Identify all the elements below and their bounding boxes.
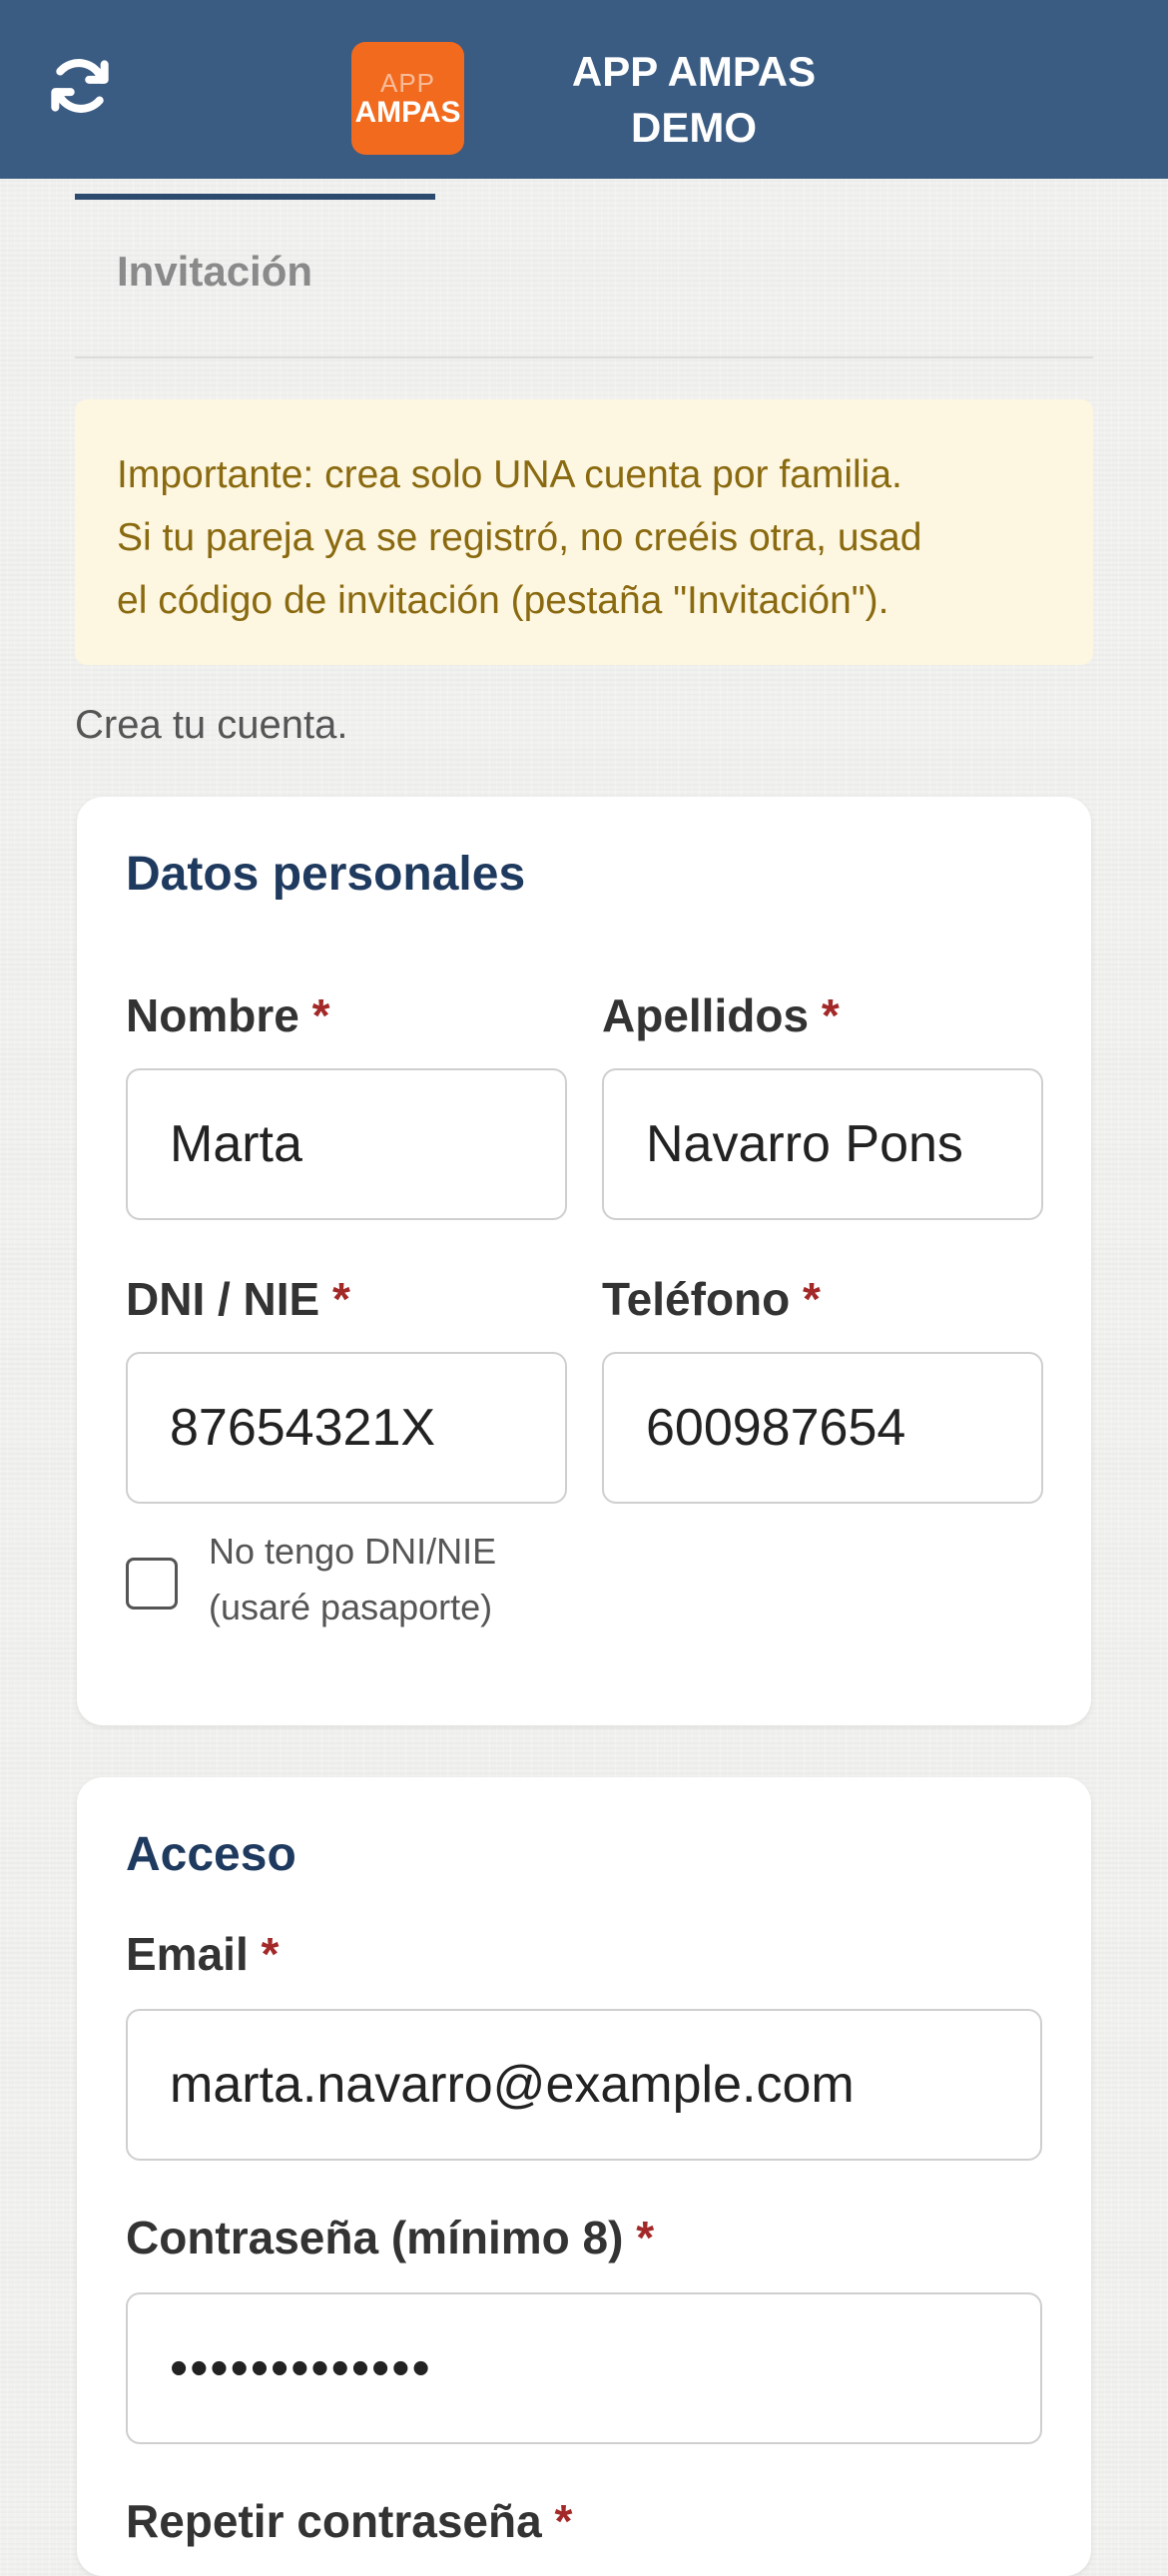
active-tab-indicator	[75, 194, 435, 200]
repeat-password-label: Repetir contraseña *	[126, 2494, 572, 2548]
repeat-password-label-text: Repetir contraseña	[126, 2495, 542, 2547]
required-mark: *	[332, 1273, 350, 1325]
access-title: Acceso	[126, 1828, 296, 1881]
nombre-label-text: Nombre	[126, 989, 299, 1041]
refresh-button[interactable]	[40, 46, 120, 126]
email-label-text: Email	[126, 1928, 249, 1980]
required-mark: *	[821, 989, 840, 1041]
nombre-label: Nombre *	[126, 988, 330, 1042]
required-mark: *	[636, 2212, 655, 2263]
app-header: APP AMPAS APP AMPAS DEMO	[0, 0, 1168, 179]
app-title: APP AMPAS DEMO	[519, 44, 869, 156]
telefono-label-text: Teléfono	[602, 1273, 791, 1325]
access-card: Acceso Email * marta.navarro@example.com…	[77, 1777, 1091, 2576]
email-label: Email *	[126, 1927, 279, 1981]
dni-input[interactable]: 87654321X	[126, 1352, 567, 1504]
email-input[interactable]: marta.navarro@example.com	[126, 2009, 1042, 2161]
intro-text: Crea tu cuenta.	[75, 703, 348, 747]
password-label-text: Contraseña (mínimo 8)	[126, 2212, 624, 2263]
logo-text-ampas: AMPAS	[354, 95, 461, 129]
tab-divider	[75, 356, 1093, 358]
no-dni-checkbox[interactable]	[126, 1558, 178, 1610]
apellidos-input[interactable]: Navarro Pons	[602, 1068, 1043, 1220]
telefono-label: Teléfono *	[602, 1272, 821, 1326]
refresh-icon	[51, 59, 109, 113]
required-mark: *	[803, 1273, 821, 1325]
personal-data-card: Datos personales Nombre * Marta Apellido…	[77, 797, 1091, 1725]
telefono-input[interactable]: 600987654	[602, 1352, 1043, 1504]
required-mark: *	[261, 1928, 280, 1980]
dni-label-text: DNI / NIE	[126, 1273, 320, 1325]
notice-line-3: el código de invitación (pestaña "Invita…	[117, 579, 889, 622]
app-title-line2: DEMO	[631, 104, 757, 151]
required-mark: *	[311, 989, 330, 1041]
no-dni-label-line1: No tengo DNI/NIE	[209, 1531, 497, 1572]
personal-data-title: Datos personales	[126, 848, 526, 901]
notice-line-1: Importante: crea solo UNA cuenta por fam…	[117, 453, 902, 496]
important-notice: Importante: crea solo UNA cuenta por fam…	[75, 399, 1093, 665]
apellidos-label-text: Apellidos	[602, 989, 810, 1041]
notice-line-2: Si tu pareja ya se registró, no creéis o…	[117, 516, 922, 559]
required-mark: *	[554, 2495, 573, 2547]
nombre-input[interactable]: Marta	[126, 1068, 567, 1220]
password-label: Contraseña (mínimo 8) *	[126, 2211, 654, 2264]
app-title-line1: APP AMPAS	[571, 48, 817, 95]
password-input[interactable]: •••••••••••••	[126, 2292, 1042, 2444]
no-dni-label[interactable]: No tengo DNI/NIE (usaré pasaporte)	[209, 1524, 628, 1635]
app-logo: APP AMPAS	[351, 42, 464, 155]
no-dni-label-line2: (usaré pasaporte)	[209, 1587, 493, 1627]
logo-text-app: APP	[379, 67, 436, 98]
apellidos-label: Apellidos *	[602, 988, 840, 1042]
tab-invitacion[interactable]: Invitación	[117, 248, 312, 296]
dni-label: DNI / NIE *	[126, 1272, 350, 1326]
